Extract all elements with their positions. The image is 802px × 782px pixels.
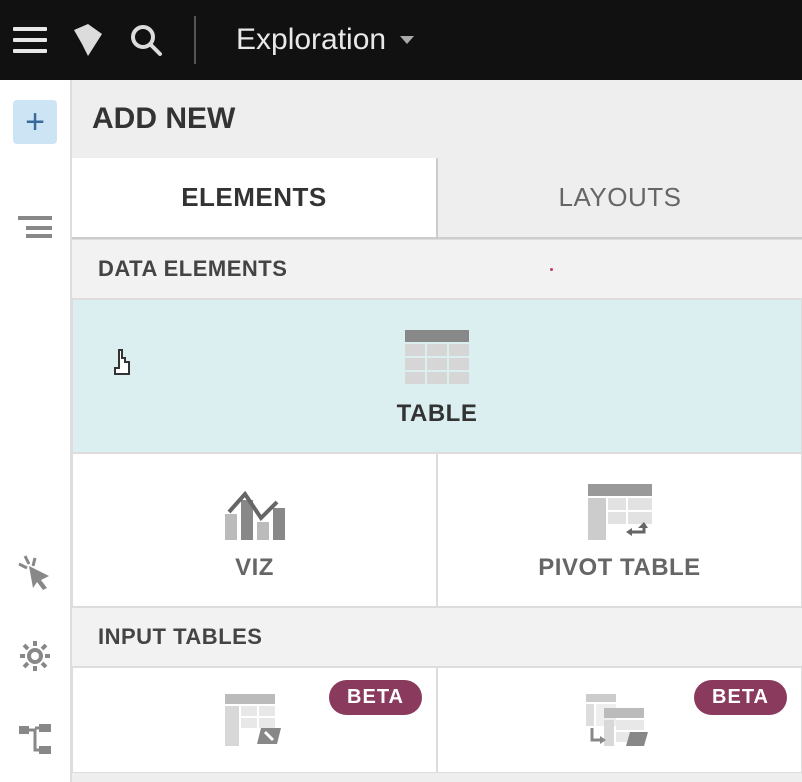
lines-tool-button[interactable] xyxy=(13,204,57,248)
element-card-pivot-table[interactable]: PIVOT TABLE xyxy=(437,453,802,607)
element-card-viz[interactable]: VIZ xyxy=(72,453,437,607)
cursor-tool-button[interactable] xyxy=(13,550,57,594)
card-label: VIZ xyxy=(235,554,274,582)
element-card-linked-input-table[interactable]: BETA xyxy=(437,667,802,773)
table-icon xyxy=(405,330,469,386)
search-icon[interactable] xyxy=(126,20,166,60)
tab-elements[interactable]: ELEMENTS xyxy=(72,158,438,237)
section-header-input-tables: INPUT TABLES xyxy=(72,607,802,667)
chart-icon xyxy=(223,484,287,540)
cursor-pointer-icon xyxy=(109,348,137,380)
pivot-icon xyxy=(588,484,652,540)
section-header-data-elements: DATA ELEMENTS xyxy=(72,239,802,299)
element-card-table[interactable]: TABLE xyxy=(72,299,802,453)
align-lines-icon xyxy=(18,214,52,238)
card-label: TABLE xyxy=(397,400,478,428)
beta-badge: BETA xyxy=(694,680,787,715)
settings-tool-button[interactable] xyxy=(13,634,57,678)
cursor-click-icon xyxy=(15,552,55,592)
gear-icon xyxy=(18,639,52,673)
panel-title: ADD NEW xyxy=(72,80,802,158)
add-tool-button[interactable]: + xyxy=(13,100,57,144)
mode-dropdown[interactable]: Exploration xyxy=(224,15,426,65)
element-card-input-table[interactable]: BETA xyxy=(72,667,437,773)
mode-dropdown-label: Exploration xyxy=(236,23,386,57)
beta-badge: BETA xyxy=(329,680,422,715)
add-new-panel: ADD NEW ELEMENTS LAYOUTS DATA ELEMENTS xyxy=(72,80,802,782)
chevron-down-icon xyxy=(400,36,414,44)
tab-layouts[interactable]: LAYOUTS xyxy=(438,158,802,237)
hamburger-menu-icon[interactable] xyxy=(10,20,50,60)
tool-sidebar: + xyxy=(0,80,72,782)
tab-label: ELEMENTS xyxy=(181,182,327,212)
app-header: Exploration xyxy=(0,0,802,80)
linked-table-icon xyxy=(584,692,656,748)
app-logo-icon[interactable] xyxy=(68,20,108,60)
card-label: PIVOT TABLE xyxy=(538,554,700,582)
header-divider xyxy=(194,16,196,64)
hierarchy-icon xyxy=(17,722,53,758)
input-table-icon xyxy=(221,692,289,748)
plus-icon: + xyxy=(25,105,45,139)
hierarchy-tool-button[interactable] xyxy=(13,718,57,762)
tab-label: LAYOUTS xyxy=(559,182,682,212)
panel-tabs: ELEMENTS LAYOUTS xyxy=(72,158,802,239)
